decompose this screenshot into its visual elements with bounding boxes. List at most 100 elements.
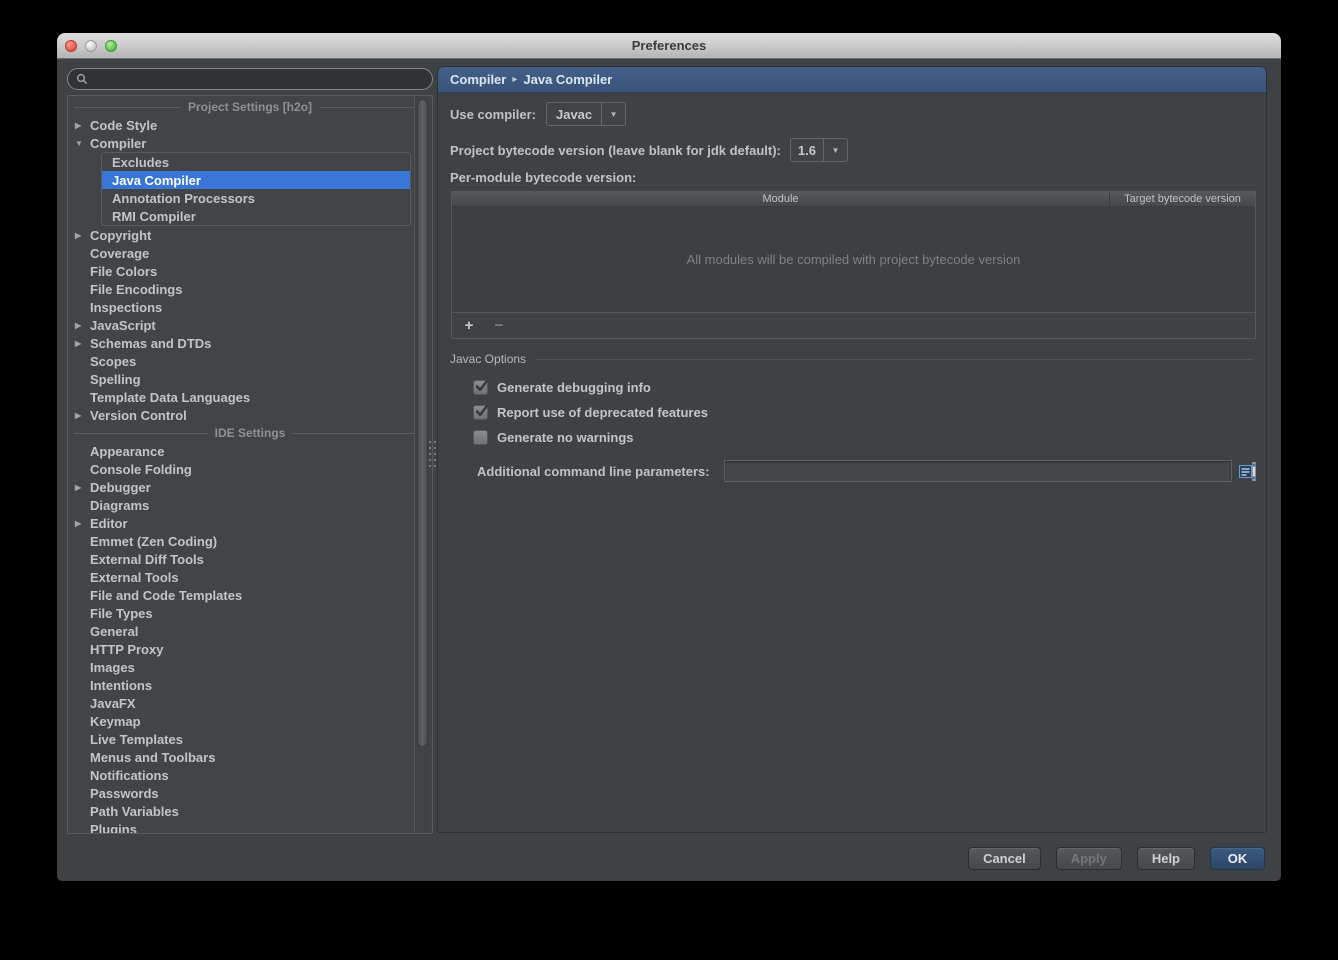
- tree-scrollbar-track[interactable]: [414, 96, 430, 832]
- tree-item-keymap[interactable]: Keymap: [68, 712, 432, 730]
- cancel-button[interactable]: Cancel: [968, 846, 1041, 870]
- zoom-icon[interactable]: [105, 40, 117, 52]
- tree-item-passwords[interactable]: Passwords: [68, 784, 432, 802]
- remove-module-button[interactable]: −: [492, 317, 506, 334]
- minimize-icon[interactable]: [85, 40, 97, 52]
- checkbox-checked-icon[interactable]: [473, 380, 488, 395]
- tree-item-images[interactable]: Images: [68, 658, 432, 676]
- settings-tree[interactable]: Project Settings [h2o] ▶ Code Style ▼ Compil…: [67, 95, 433, 834]
- tree-item-javafx[interactable]: JavaFX: [68, 694, 432, 712]
- chevron-right-icon[interactable]: ▶: [75, 519, 90, 528]
- tree-item-label: General: [90, 623, 139, 639]
- chevron-right-icon[interactable]: ▶: [75, 339, 90, 348]
- tree-item-code-style[interactable]: ▶ Code Style: [68, 116, 432, 134]
- tree-item-general[interactable]: General: [68, 622, 432, 640]
- tree-item-label: HTTP Proxy: [90, 641, 164, 657]
- table-empty-body[interactable]: All modules will be compiled with projec…: [452, 207, 1255, 312]
- close-icon[interactable]: [65, 40, 77, 52]
- tree-item-inspections[interactable]: Inspections: [68, 298, 432, 316]
- checkbox-row[interactable]: Generate no warnings: [473, 425, 708, 450]
- tree-item-compiler[interactable]: ▼ Compiler: [68, 134, 432, 152]
- tree-item-coverage[interactable]: Coverage: [68, 244, 432, 262]
- tree-item-excludes[interactable]: Excludes: [102, 153, 410, 171]
- use-compiler-select[interactable]: Javac ▼: [545, 102, 627, 126]
- tree-item-notifications[interactable]: Notifications: [68, 766, 432, 784]
- column-header-target-version[interactable]: Target bytecode version: [1109, 192, 1255, 206]
- add-module-button[interactable]: +: [462, 317, 476, 334]
- tree-item-label: RMI Compiler: [112, 208, 196, 224]
- use-compiler-value: Javac: [555, 106, 593, 122]
- chevron-right-icon[interactable]: ▶: [75, 411, 90, 420]
- tree-item-label: Inspections: [90, 299, 163, 315]
- breadcrumb-compiler[interactable]: Compiler: [450, 72, 506, 87]
- tree-item-external-tools[interactable]: External Tools: [68, 568, 432, 586]
- tree-item-label: Editor: [90, 515, 128, 531]
- chevron-down-icon[interactable]: ▼: [601, 103, 625, 125]
- tree-item-label: Plugins: [90, 821, 137, 834]
- tree-item-debugger[interactable]: ▶ Debugger: [68, 478, 432, 496]
- window-titlebar[interactable]: Preferences: [57, 33, 1281, 59]
- tree-item-label: Menus and Toolbars: [90, 749, 216, 765]
- tree-item-path-variables[interactable]: Path Variables: [68, 802, 432, 820]
- tree-item-java-compiler[interactable]: Java Compiler: [102, 171, 410, 189]
- help-button[interactable]: Help: [1136, 846, 1195, 870]
- divider: [74, 432, 208, 434]
- tree-item-emmet-zen-coding[interactable]: Emmet (Zen Coding): [68, 532, 432, 550]
- tree-item-label: Emmet (Zen Coding): [90, 533, 218, 549]
- tree-item-menus-and-toolbars[interactable]: Menus and Toolbars: [68, 748, 432, 766]
- tree-item-file-colors[interactable]: File Colors: [68, 262, 432, 280]
- chevron-right-icon[interactable]: ▶: [75, 483, 90, 492]
- project-bytecode-label: Project bytecode version (leave blank fo…: [450, 142, 781, 158]
- tree-item-label: Java Compiler: [112, 172, 201, 188]
- tree-item-external-diff-tools[interactable]: External Diff Tools: [68, 550, 432, 568]
- tree-scrollbar-thumb[interactable]: [417, 99, 428, 747]
- table-empty-text: All modules will be compiled with projec…: [686, 252, 1021, 267]
- project-bytecode-select[interactable]: 1.6 ▼: [789, 138, 848, 162]
- tree-item-diagrams[interactable]: Diagrams: [68, 496, 432, 514]
- checkbox-checked-icon[interactable]: [473, 405, 488, 420]
- checkbox-row[interactable]: Report use of deprecated features: [473, 400, 708, 425]
- tree-item-scopes[interactable]: Scopes: [68, 352, 432, 370]
- tree-item-file-types[interactable]: File Types: [68, 604, 432, 622]
- settings-search[interactable]: [67, 68, 433, 90]
- tree-item-label: Version Control: [90, 407, 187, 423]
- tree-item-console-folding[interactable]: Console Folding: [68, 460, 432, 478]
- chevron-right-icon[interactable]: ▶: [75, 121, 90, 130]
- tree-item-spelling[interactable]: Spelling: [68, 370, 432, 388]
- tree-item-http-proxy[interactable]: HTTP Proxy: [68, 640, 432, 658]
- chevron-down-icon[interactable]: ▼: [75, 139, 90, 148]
- additional-params-input[interactable]: [724, 460, 1232, 482]
- tree-item-version-control[interactable]: ▶ Version Control: [68, 406, 432, 424]
- apply-button[interactable]: Apply: [1055, 846, 1122, 870]
- tree-item-editor[interactable]: ▶ Editor: [68, 514, 432, 532]
- tree-item-javascript[interactable]: ▶ JavaScript: [68, 316, 432, 334]
- tree-item-file-encodings[interactable]: File Encodings: [68, 280, 432, 298]
- tree-item-appearance[interactable]: Appearance: [68, 442, 432, 460]
- tree-item-label: Coverage: [90, 245, 150, 261]
- chevron-down-icon[interactable]: ▼: [822, 139, 847, 161]
- ok-button[interactable]: OK: [1210, 846, 1265, 870]
- tree-item-rmi-compiler[interactable]: RMI Compiler: [102, 207, 410, 225]
- tree-item-live-templates[interactable]: Live Templates: [68, 730, 432, 748]
- tree-item-intentions[interactable]: Intentions: [68, 676, 432, 694]
- tree-item-copyright[interactable]: ▶ Copyright: [68, 226, 432, 244]
- search-input[interactable]: [93, 70, 424, 88]
- tree-item-label: Keymap: [90, 713, 141, 729]
- tree-item-annotation-processors[interactable]: Annotation Processors: [102, 189, 410, 207]
- checkbox-row[interactable]: Generate debugging info: [473, 375, 708, 400]
- javac-options-section: Javac Options: [450, 351, 1253, 367]
- splitter-handle-icon[interactable]: [429, 441, 437, 471]
- tree-item-label: Passwords: [90, 785, 159, 801]
- chevron-right-icon[interactable]: ▶: [75, 321, 90, 330]
- tree-item-schemas-and-dtds[interactable]: ▶ Schemas and DTDs: [68, 334, 432, 352]
- checkbox-unchecked-icon[interactable]: [473, 430, 488, 445]
- section-divider: [536, 358, 1253, 360]
- chevron-right-icon[interactable]: ▶: [75, 231, 90, 240]
- expand-editor-icon[interactable]: [1238, 460, 1256, 482]
- column-header-module[interactable]: Module: [452, 192, 1109, 206]
- tree-item-template-data-languages[interactable]: Template Data Languages: [68, 388, 432, 406]
- tree-item-plugins[interactable]: Plugins: [68, 820, 432, 834]
- checkbox-label: Generate no warnings: [497, 430, 634, 445]
- tree-item-label: Notifications: [90, 767, 169, 783]
- tree-item-file-and-code-templates[interactable]: File and Code Templates: [68, 586, 432, 604]
